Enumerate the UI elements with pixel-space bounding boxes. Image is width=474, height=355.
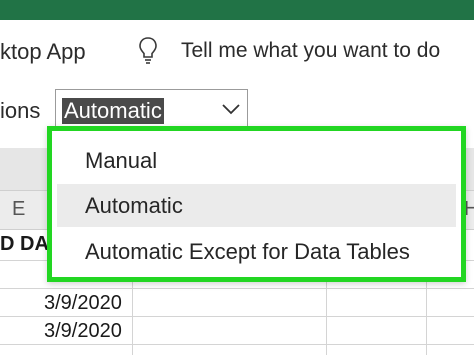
chevron-down-icon[interactable] [219, 96, 243, 122]
open-in-desktop-app-link[interactable]: ktop App [0, 39, 86, 65]
date-cell[interactable]: 3/9/2020 [44, 320, 122, 343]
grid-row-line [0, 288, 474, 289]
calculation-options-dropdown: Manual Automatic Automatic Except for Da… [47, 126, 466, 282]
dropdown-item-automatic-except-data-tables[interactable]: Automatic Except for Data Tables [57, 230, 456, 273]
grid-row-line [0, 316, 474, 317]
calculation-options-select[interactable]: Automatic [55, 89, 248, 131]
calculation-options-label: ions [0, 98, 41, 123]
tell-me-search[interactable]: Tell me what you want to do [181, 39, 440, 63]
calculation-options-selected-value: Automatic [62, 98, 164, 124]
dropdown-item-automatic[interactable]: Automatic [57, 184, 456, 227]
column-header-e[interactable]: E [12, 198, 25, 221]
dropdown-item-manual[interactable]: Manual [57, 139, 456, 182]
title-bar [0, 0, 474, 20]
date-cell[interactable]: 3/9/2020 [44, 292, 122, 315]
lightbulb-icon[interactable] [138, 36, 158, 66]
excel-window: ktop App Tell me what you want to do ion… [0, 0, 474, 355]
grid-row-line [0, 344, 474, 345]
